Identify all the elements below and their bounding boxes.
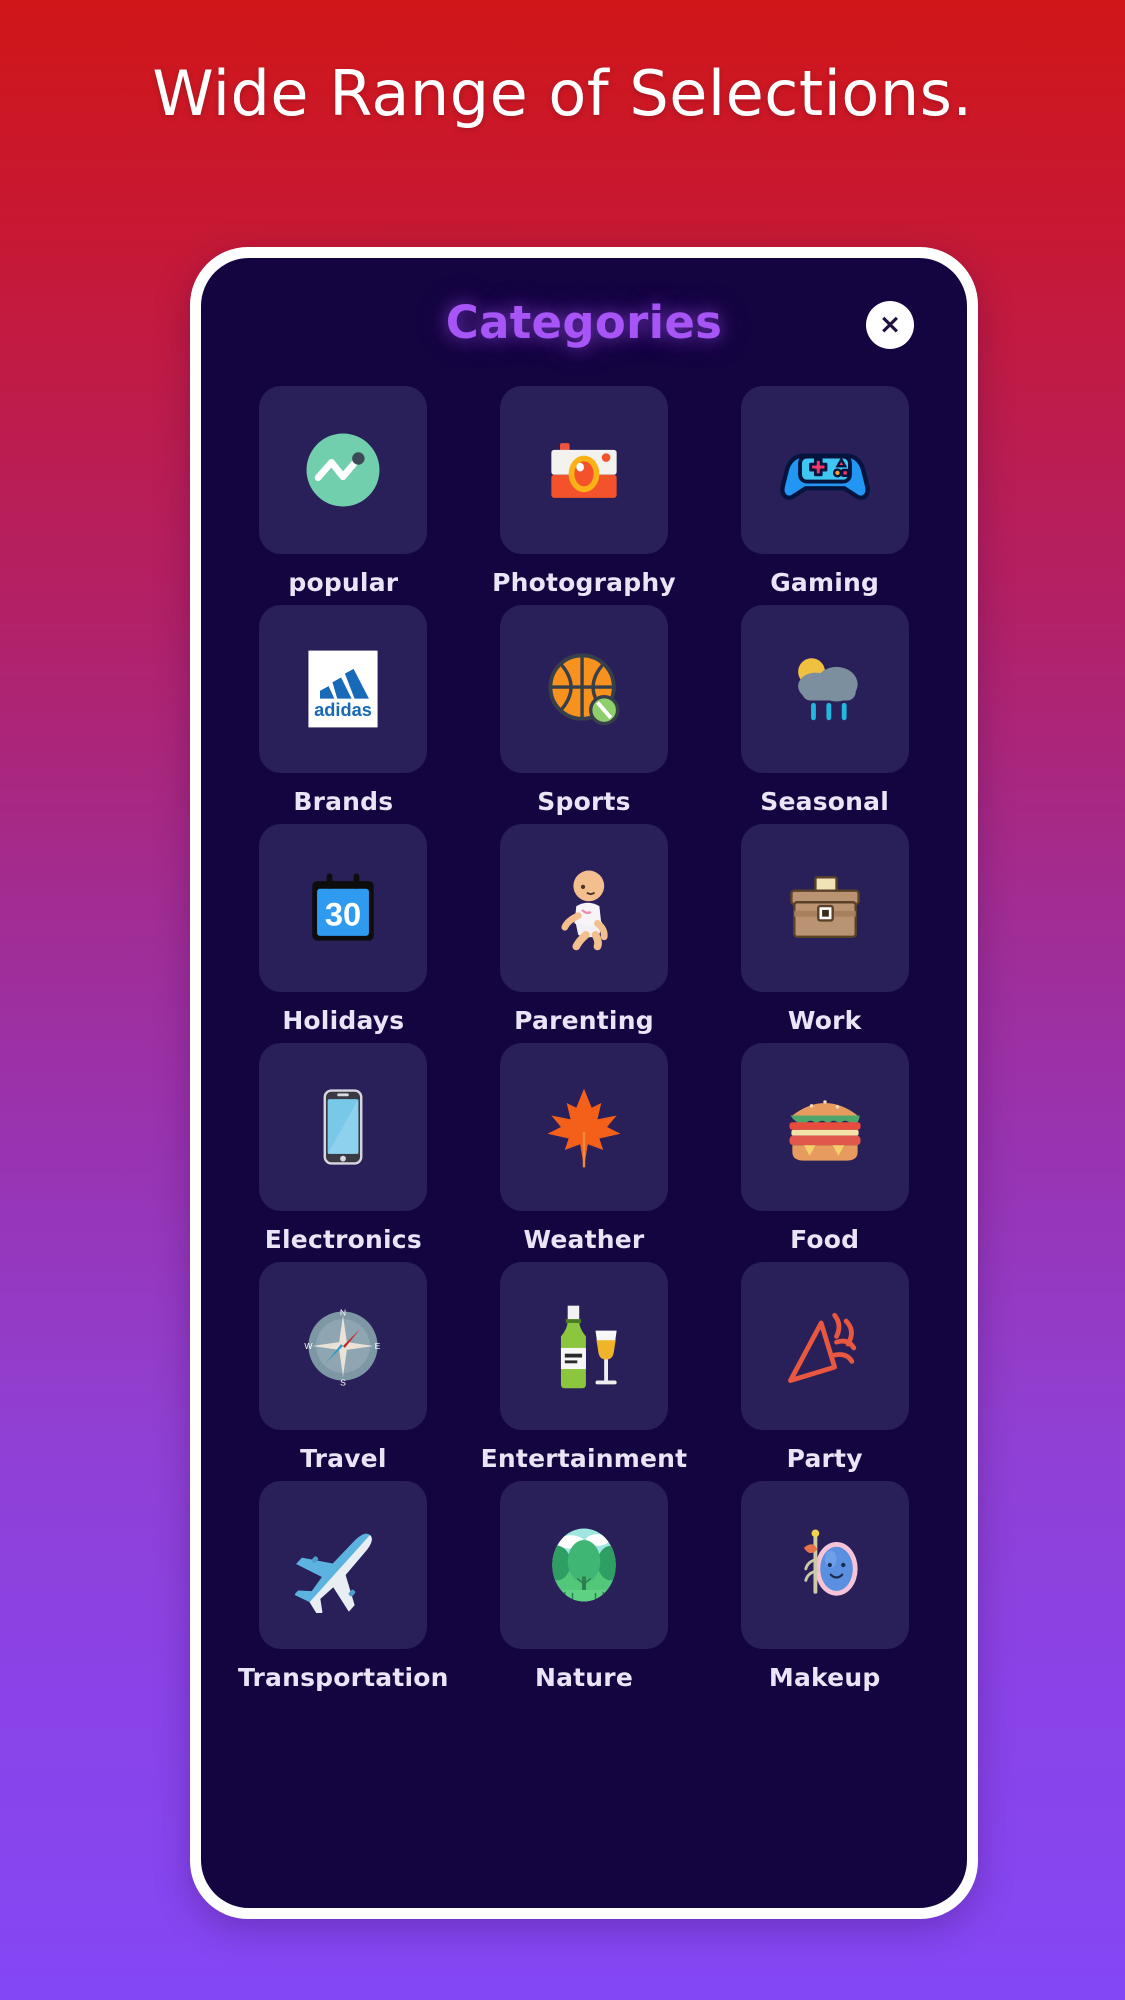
category-cell[interactable]: Nature xyxy=(474,1481,695,1692)
category-tile[interactable] xyxy=(499,605,668,773)
category-label: Sports xyxy=(537,787,631,816)
category-label: Work xyxy=(787,1006,862,1035)
category-label: Transportation xyxy=(237,1663,449,1692)
category-cell[interactable]: Photography xyxy=(474,386,695,597)
category-label: Holidays xyxy=(282,1006,405,1035)
category-label: Electronics xyxy=(264,1225,422,1254)
category-tile[interactable] xyxy=(740,605,909,773)
category-cell[interactable]: Food xyxy=(714,1043,935,1254)
category-tile[interactable] xyxy=(259,1043,428,1211)
category-cell[interactable]: Electronics xyxy=(233,1043,454,1254)
category-cell[interactable]: N E S W Travel xyxy=(233,1262,454,1473)
category-tile[interactable]: adidas xyxy=(259,605,428,773)
category-cell[interactable]: Parenting xyxy=(474,824,695,1035)
category-cell[interactable]: popular xyxy=(233,386,454,597)
category-cell[interactable]: Sports xyxy=(474,605,695,816)
category-label: Party xyxy=(786,1444,863,1473)
svg-text:N: N xyxy=(340,1307,346,1317)
category-tile[interactable] xyxy=(499,1481,668,1649)
nature-trees-icon xyxy=(536,1517,632,1613)
category-label: Parenting xyxy=(514,1006,654,1035)
category-label: Seasonal xyxy=(760,787,890,816)
category-cell[interactable]: Makeup xyxy=(714,1481,935,1692)
category-cell[interactable]: Weather xyxy=(474,1043,695,1254)
champagne-bottle-glass-icon xyxy=(536,1298,632,1394)
adidas-logo-icon: adidas xyxy=(295,641,391,737)
category-label: Photography xyxy=(492,568,676,597)
svg-text:W: W xyxy=(305,1341,314,1351)
category-tile[interactable]: N E S W xyxy=(259,1262,428,1430)
category-label: Brands xyxy=(293,787,394,816)
category-tile[interactable] xyxy=(499,1262,668,1430)
modal-header: Categories × xyxy=(201,258,967,386)
category-cell[interactable]: Entertainment xyxy=(474,1262,695,1473)
category-label: Entertainment xyxy=(480,1444,688,1473)
airplane-icon xyxy=(295,1517,391,1613)
category-label: popular xyxy=(288,568,399,597)
category-tile[interactable] xyxy=(259,1481,428,1649)
game-controller-icon xyxy=(777,422,873,518)
page-title: Wide Range of Selections. xyxy=(152,57,973,130)
category-cell[interactable]: Work xyxy=(714,824,935,1035)
category-label: Travel xyxy=(300,1444,387,1473)
maple-leaf-icon xyxy=(536,1079,632,1175)
svg-text:30: 30 xyxy=(325,895,361,932)
category-label: Makeup xyxy=(768,1663,881,1692)
category-tile[interactable] xyxy=(740,1481,909,1649)
baby-icon xyxy=(536,860,632,956)
category-tile[interactable] xyxy=(499,1043,668,1211)
hamburger-icon xyxy=(777,1079,873,1175)
category-tile[interactable] xyxy=(259,386,428,554)
category-label: Gaming xyxy=(770,568,880,597)
close-button[interactable]: × xyxy=(866,301,914,349)
category-label: Weather xyxy=(523,1225,645,1254)
category-cell[interactable]: Seasonal xyxy=(714,605,935,816)
close-icon: × xyxy=(878,308,902,340)
category-tile[interactable] xyxy=(499,824,668,992)
category-cell[interactable]: Gaming xyxy=(714,386,935,597)
makeup-mirror-icon xyxy=(777,1517,873,1613)
modal-title: Categories xyxy=(445,296,723,349)
svg-text:S: S xyxy=(340,1377,346,1387)
category-cell[interactable]: 30 Holidays xyxy=(233,824,454,1035)
category-cell[interactable]: Transportation xyxy=(233,1481,454,1692)
trending-chart-icon xyxy=(295,422,391,518)
phone-screen: Categories × popular Photography Gaming xyxy=(201,258,967,1908)
camera-icon xyxy=(536,422,632,518)
calendar-30-icon: 30 xyxy=(295,860,391,956)
category-tile[interactable] xyxy=(740,1262,909,1430)
category-label: Nature xyxy=(534,1663,633,1692)
category-tile[interactable] xyxy=(499,386,668,554)
svg-text:E: E xyxy=(375,1341,381,1351)
briefcase-icon xyxy=(777,860,873,956)
category-cell[interactable]: adidas Brands xyxy=(233,605,454,816)
category-tile[interactable] xyxy=(740,824,909,992)
party-popper-icon xyxy=(777,1298,873,1394)
category-tile[interactable] xyxy=(740,1043,909,1211)
svg-text:adidas: adidas xyxy=(314,699,372,720)
category-grid: popular Photography Gaming adidas Brands… xyxy=(201,386,967,1692)
category-tile[interactable] xyxy=(740,386,909,554)
smartphone-icon xyxy=(295,1079,391,1175)
basketball-icon xyxy=(536,641,632,737)
sun-rain-cloud-icon xyxy=(777,641,873,737)
category-tile[interactable]: 30 xyxy=(259,824,428,992)
category-label: Food xyxy=(790,1225,860,1254)
category-cell[interactable]: Party xyxy=(714,1262,935,1473)
phone-mockup-frame: Categories × popular Photography Gaming xyxy=(190,247,978,1919)
compass-icon: N E S W xyxy=(295,1298,391,1394)
